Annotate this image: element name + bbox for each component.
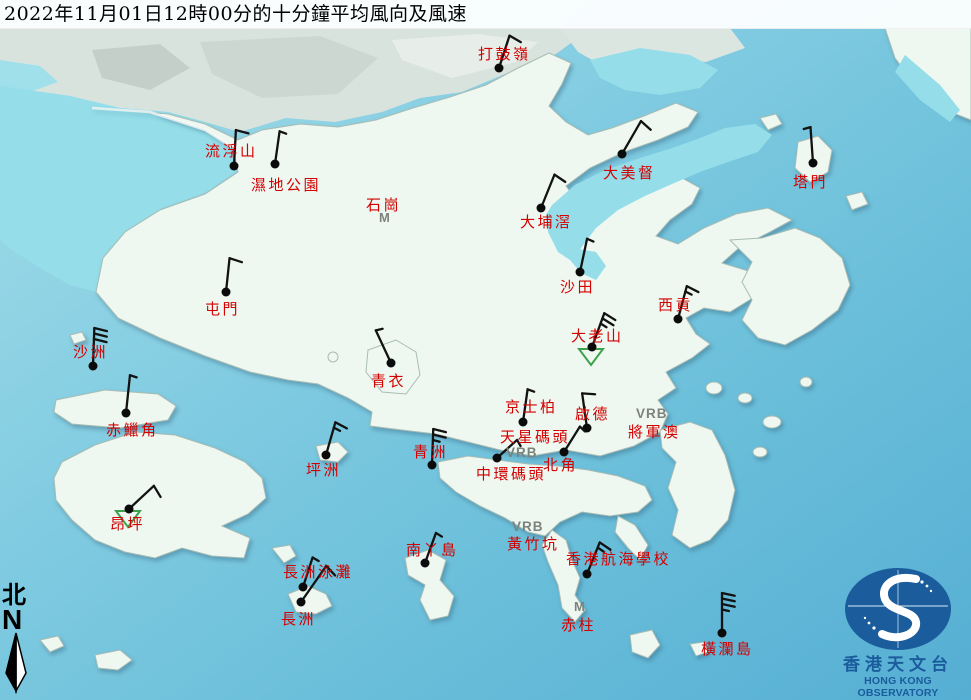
north-arrow-icon	[2, 632, 32, 694]
hko-name-chinese: 香港天文台	[829, 656, 967, 675]
north-compass: 北 N	[2, 582, 36, 698]
wind-map-page: 打鼓嶺流浮山濕地公園石崗M大美督塔門大埔滘沙田屯門沙洲大老山西貢青衣赤鱲角京士柏…	[0, 0, 971, 700]
hko-logo: 香港天文台 HONG KONG OBSERVATORY	[829, 566, 967, 699]
map-title: 2022年11月01日12時00分的十分鐘平均風向及風速	[0, 0, 971, 29]
hong-kong-base-map	[0, 0, 971, 700]
hko-logo-icon	[842, 566, 954, 652]
north-label-letter: N	[2, 608, 36, 632]
hko-name-english: HONG KONG OBSERVATORY	[829, 675, 967, 699]
